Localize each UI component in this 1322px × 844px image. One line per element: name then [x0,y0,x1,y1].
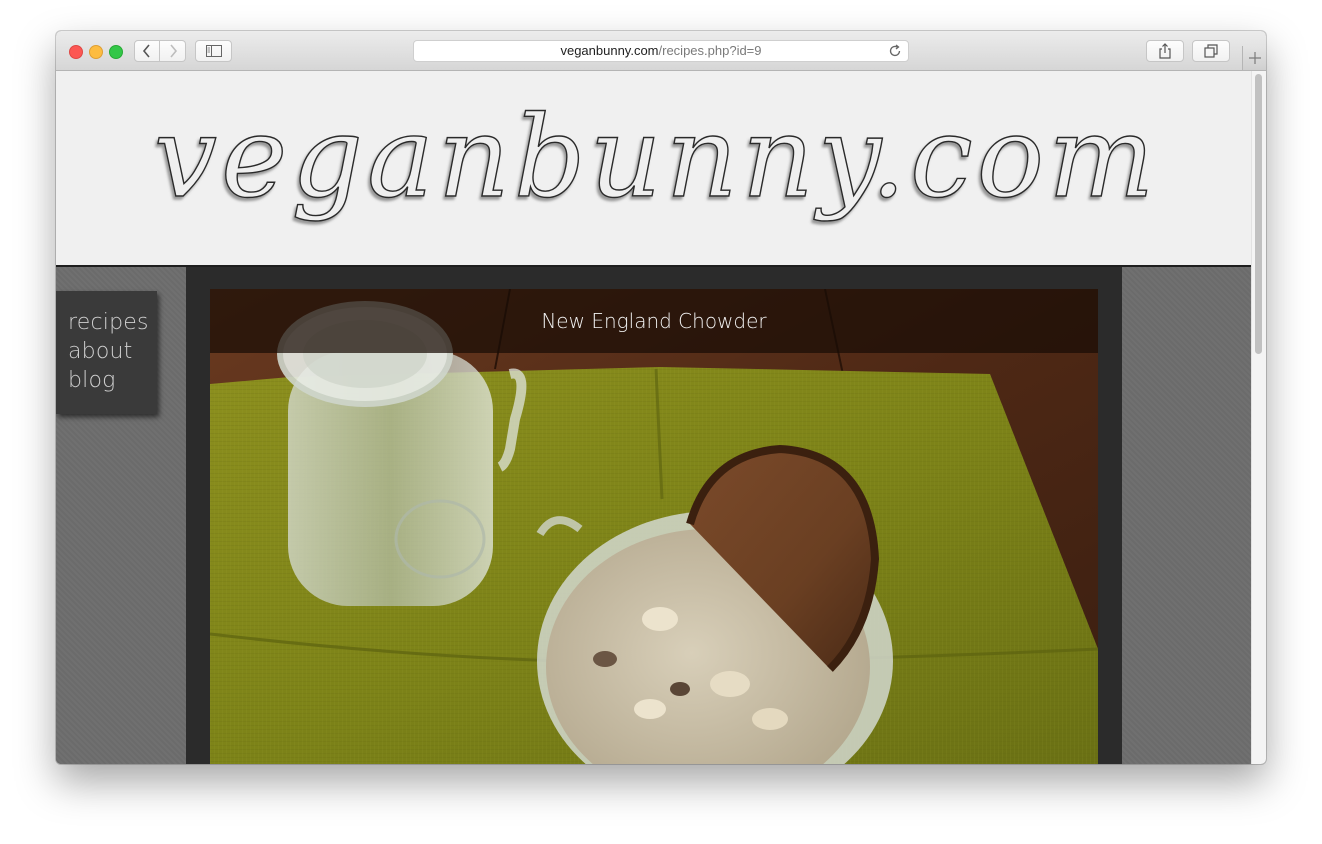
nav-item-recipes[interactable]: recipes [68,308,157,337]
plus-icon [1249,52,1261,64]
reload-icon[interactable] [887,43,903,59]
sidebar-icon [205,45,222,57]
recipe-photo: New England Chowder [210,289,1098,764]
web-page: veganbunny.com recipes about blog New En… [56,71,1251,764]
back-button[interactable] [134,40,160,62]
forward-button[interactable] [160,40,186,62]
logo-text: veganbunny.com [154,93,1159,223]
tabs-overview-icon [1204,44,1218,58]
address-bar[interactable]: veganbunny.com/recipes.php?id=9 [413,40,909,62]
recipe-title: New England Chowder [541,309,767,333]
url-path: /recipes.php?id=9 [658,43,762,58]
nav-item-blog[interactable]: blog [68,366,157,395]
chevron-right-icon [169,44,177,58]
sidebar-toggle-button[interactable] [195,40,232,62]
recipe-title-bar: New England Chowder [210,289,1098,353]
scrollbar-thumb[interactable] [1255,74,1262,354]
share-button[interactable] [1146,40,1184,62]
vertical-scrollbar[interactable] [1251,71,1266,764]
browser-toolbar: veganbunny.com/recipes.php?id=9 [56,31,1266,71]
recipe-content: New England Chowder [186,267,1122,764]
share-icon [1159,43,1171,59]
site-logo[interactable]: veganbunny.com [56,71,1251,265]
tabs-overview-button[interactable] [1192,40,1230,62]
chowder-photo [210,289,1098,764]
minimize-window-button[interactable] [89,45,103,59]
nav-item-about[interactable]: about [68,337,157,366]
new-tab-button[interactable] [1242,46,1266,71]
url-domain: veganbunny.com [560,43,659,58]
chevron-left-icon [142,44,150,58]
zoom-window-button[interactable] [109,45,123,59]
site-nav: recipes about blog [56,291,157,414]
browser-window: veganbunny.com/recipes.php?id=9 veganbun… [56,31,1266,764]
close-window-button[interactable] [69,45,83,59]
site-header: veganbunny.com [56,71,1251,267]
